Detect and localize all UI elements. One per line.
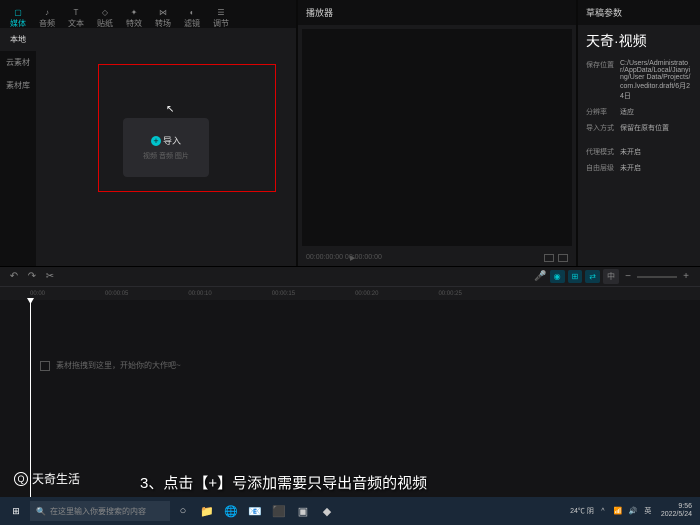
- tab-transition[interactable]: ⋈转场: [149, 4, 177, 28]
- tab-filter[interactable]: ◐滤镜: [178, 4, 206, 28]
- media-panel: ▢媒体 ♪音频 T文本 ◇贴纸 ✦特效 ⋈转场 ◐滤镜 ☰调节 本地 云素材 素…: [0, 0, 296, 266]
- tray-up-icon[interactable]: ^: [597, 505, 609, 517]
- tutorial-caption: 3、点击【+】号添加需要只导出音频的视频: [140, 472, 427, 493]
- brand-logo: 天奇·视频: [578, 25, 700, 57]
- task-app4[interactable]: ⬛: [268, 500, 290, 522]
- import-area: ↖ +导入 视频 音频 图片: [36, 28, 296, 266]
- zoom-in-icon[interactable]: +: [680, 271, 692, 283]
- ratio-icon[interactable]: [544, 254, 554, 262]
- preview-timecode: 00:00:00:00 00:00:00:00: [306, 254, 382, 262]
- system-tray: 24℃ 阴 ^ 📶 🔊 英 9:56 2022/5/24: [570, 503, 696, 518]
- tb-btn1[interactable]: ◉: [550, 270, 565, 283]
- tray-vol-icon[interactable]: 🔊: [627, 505, 639, 517]
- filter-icon: ◐: [187, 8, 197, 17]
- tab-audio[interactable]: ♪音频: [33, 4, 61, 28]
- media-sidebar: 本地 云素材 素材库: [0, 28, 36, 266]
- properties-panel: 草稿参数 天奇·视频 保存位置C:/Users/Administrator/Ap…: [578, 0, 700, 266]
- task-app3[interactable]: 📧: [244, 500, 266, 522]
- preview-viewport: [302, 29, 572, 246]
- cursor-icon: ↖: [166, 104, 174, 115]
- mic-icon[interactable]: 🎤: [535, 271, 547, 283]
- media-icon: ▢: [13, 8, 23, 17]
- start-button[interactable]: ⊞: [4, 499, 28, 523]
- sidebar-local[interactable]: 本地: [0, 28, 36, 51]
- audio-icon: ♪: [42, 8, 52, 17]
- track-hint: 素材拖拽到这里，开始你的大作吧~: [40, 360, 181, 371]
- playhead[interactable]: [30, 300, 31, 497]
- text-icon: T: [71, 8, 81, 17]
- effect-icon: ✦: [129, 8, 139, 17]
- tray-ime-icon[interactable]: 英: [642, 505, 654, 517]
- task-cortana[interactable]: ○: [172, 500, 194, 522]
- timeline-ruler[interactable]: 00:00 00:00:05 00:00:10 00:00:15 00:00:2…: [0, 286, 700, 300]
- sticker-icon: ◇: [100, 8, 110, 17]
- transition-icon: ⋈: [158, 8, 168, 17]
- clock[interactable]: 9:56 2022/5/24: [657, 503, 696, 518]
- tab-effect[interactable]: ✦特效: [120, 4, 148, 28]
- tab-text[interactable]: T文本: [62, 4, 90, 28]
- sidebar-cloud[interactable]: 云素材: [0, 51, 36, 74]
- adjust-icon: ☰: [216, 8, 226, 17]
- undo-icon[interactable]: ↶: [8, 271, 20, 283]
- tray-net-icon[interactable]: 📶: [612, 505, 624, 517]
- tab-sticker[interactable]: ◇贴纸: [91, 4, 119, 28]
- zoom-out-icon[interactable]: −: [622, 271, 634, 283]
- task-app5[interactable]: ▣: [292, 500, 314, 522]
- preview-title: 播放器: [298, 0, 576, 25]
- watermark: Q 天奇生活: [14, 470, 80, 487]
- task-app6[interactable]: ◆: [316, 500, 338, 522]
- weather[interactable]: 24℃ 阴: [570, 506, 594, 516]
- play-button[interactable]: ▶: [350, 254, 355, 262]
- import-button[interactable]: ↖ +导入 视频 音频 图片: [123, 118, 209, 177]
- tab-media[interactable]: ▢媒体: [4, 4, 32, 28]
- hint-icon: [40, 361, 50, 371]
- task-app1[interactable]: 📁: [196, 500, 218, 522]
- sidebar-library[interactable]: 素材库: [0, 74, 36, 97]
- fullscreen-icon[interactable]: [558, 254, 568, 262]
- preview-panel: 播放器 00:00:00:00 00:00:00:00 ▶: [298, 0, 576, 266]
- tb-btn2[interactable]: ⊞: [568, 270, 583, 283]
- tb-btn4[interactable]: 中: [603, 269, 619, 284]
- timeline-tracks[interactable]: 素材拖拽到这里，开始你的大作吧~: [0, 300, 700, 497]
- tb-btn3[interactable]: ⇄: [585, 270, 600, 283]
- search-icon: 🔍: [36, 507, 46, 516]
- props-title: 草稿参数: [578, 0, 700, 25]
- redo-icon[interactable]: ↷: [26, 271, 38, 283]
- taskbar: ⊞ 🔍 在这里输入你要搜索的内容 ○ 📁 🌐 📧 ⬛ ▣ ◆ 24℃ 阴 ^ 📶…: [0, 497, 700, 525]
- zoom-slider[interactable]: [637, 276, 677, 278]
- timeline-toolbar: ↶ ↷ ✂ 🎤 ◉ ⊞ ⇄ 中 − +: [0, 266, 700, 286]
- media-tabs: ▢媒体 ♪音频 T文本 ◇贴纸 ✦特效 ⋈转场 ◐滤镜 ☰调节: [0, 0, 296, 28]
- tab-adjust[interactable]: ☰调节: [207, 4, 235, 28]
- task-app2[interactable]: 🌐: [220, 500, 242, 522]
- search-box[interactable]: 🔍 在这里输入你要搜索的内容: [30, 501, 170, 521]
- watermark-icon: Q: [14, 472, 28, 486]
- split-icon[interactable]: ✂: [44, 271, 56, 283]
- plus-icon: +: [151, 136, 161, 146]
